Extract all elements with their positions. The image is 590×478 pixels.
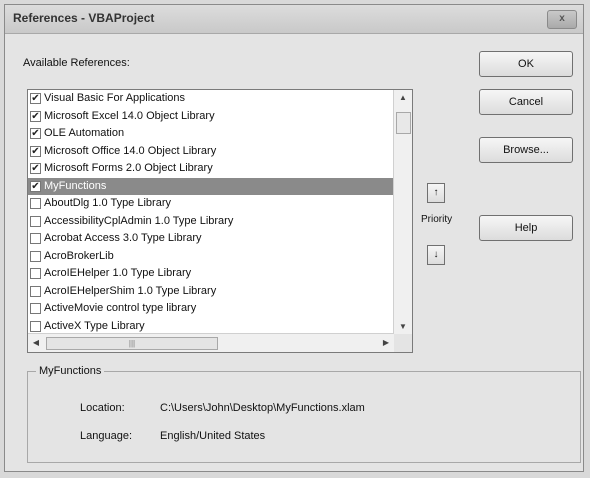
- references-list: ✔ Visual Basic For Applications ✔ Microsoft…: [28, 90, 394, 335]
- reference-list-item[interactable]: ✔ Microsoft Office 14.0 Object Library: [28, 143, 394, 161]
- reference-list-item[interactable]: ActiveMovie control type library: [28, 300, 394, 318]
- reference-checkbox[interactable]: ✔: [30, 128, 41, 139]
- reference-label: AccessibilityCplAdmin 1.0 Type Library: [44, 214, 234, 227]
- available-references-label: Available References:: [23, 57, 130, 69]
- reference-checkbox[interactable]: [30, 250, 41, 262]
- reference-list-item[interactable]: ✔ Microsoft Forms 2.0 Object Library: [28, 160, 394, 178]
- reference-list-item[interactable]: AccessibilityCplAdmin 1.0 Type Library: [28, 213, 394, 231]
- reference-list-item[interactable]: AcroBrokerLib: [28, 248, 394, 266]
- reference-list-item[interactable]: AcroIEHelper 1.0 Type Library: [28, 265, 394, 283]
- language-label: Language:: [80, 430, 132, 442]
- reference-checkbox[interactable]: ✔: [30, 93, 41, 104]
- reference-label: Microsoft Excel 14.0 Object Library: [44, 109, 215, 122]
- reference-checkbox[interactable]: [30, 215, 41, 227]
- references-listbox[interactable]: ✔ Visual Basic For Applications ✔ Microsoft…: [27, 89, 413, 353]
- close-button[interactable]: x: [547, 10, 577, 29]
- location-value: C:\Users\John\Desktop\MyFunctions.xlam: [160, 402, 365, 414]
- reference-label: AcroIEHelperShim 1.0 Type Library: [44, 284, 217, 297]
- references-dialog: References - VBAProject x Available Refe…: [4, 4, 584, 472]
- horizontal-scroll-thumb[interactable]: |||: [46, 337, 218, 350]
- reference-label: AcroBrokerLib: [44, 249, 114, 262]
- reference-checkbox[interactable]: [30, 303, 41, 314]
- close-icon: x: [559, 13, 565, 24]
- down-arrow-icon: ↓: [433, 249, 439, 260]
- help-button[interactable]: Help: [479, 215, 573, 241]
- reference-label: MyFunctions: [44, 179, 107, 192]
- reference-list-item[interactable]: ✔ Microsoft Excel 14.0 Object Library: [28, 108, 394, 126]
- reference-label: Acrobat Access 3.0 Type Library: [44, 232, 202, 244]
- reference-list-item[interactable]: Acrobat Access 3.0 Type Library: [28, 230, 394, 248]
- priority-up-button[interactable]: ↑: [427, 183, 445, 203]
- language-value: English/United States: [160, 430, 266, 442]
- horizontal-scrollbar[interactable]: ◀ ||| ▶: [28, 333, 394, 352]
- reference-list-item[interactable]: AcroIEHelperShim 1.0 Type Library: [28, 283, 394, 301]
- reference-label: ActiveX Type Library: [44, 319, 145, 332]
- reference-checkbox[interactable]: [30, 320, 41, 332]
- title-bar[interactable]: References - VBAProject x: [5, 5, 583, 34]
- reference-label: AboutDlg 1.0 Type Library: [44, 197, 171, 209]
- scroll-corner: [394, 334, 412, 352]
- reference-label: ActiveMovie control type library: [44, 302, 197, 314]
- reference-label: AcroIEHelper 1.0 Type Library: [44, 267, 192, 279]
- scroll-right-arrow-icon[interactable]: ▶: [378, 334, 394, 352]
- reference-list-item[interactable]: ✔ Visual Basic For Applications: [28, 90, 394, 108]
- vertical-scroll-thumb[interactable]: [396, 112, 411, 134]
- reference-label: Visual Basic For Applications: [44, 92, 186, 104]
- reference-details-group: MyFunctions Location: C:\Users\John\Desk…: [27, 365, 581, 463]
- reference-checkbox[interactable]: [30, 233, 41, 244]
- reference-checkbox[interactable]: ✔: [30, 145, 41, 157]
- scroll-down-arrow-icon[interactable]: ▼: [394, 319, 412, 335]
- priority-label: Priority: [421, 214, 453, 225]
- scroll-up-arrow-icon[interactable]: ▲: [394, 90, 412, 106]
- reference-label: OLE Automation: [44, 127, 125, 139]
- ok-button[interactable]: OK: [479, 51, 573, 77]
- up-arrow-icon: ↑: [433, 187, 439, 198]
- scroll-left-arrow-icon[interactable]: ◀: [28, 334, 44, 352]
- reference-checkbox[interactable]: ✔: [30, 180, 41, 192]
- reference-label: Microsoft Office 14.0 Object Library: [44, 144, 217, 157]
- browse-button[interactable]: Browse...: [479, 137, 573, 163]
- reference-list-item[interactable]: ✔ MyFunctions: [28, 177, 394, 195]
- reference-checkbox[interactable]: ✔: [30, 110, 41, 122]
- group-title: MyFunctions: [36, 365, 105, 377]
- reference-checkbox[interactable]: [30, 285, 41, 297]
- reference-list-item[interactable]: AboutDlg 1.0 Type Library: [28, 195, 394, 213]
- reference-checkbox[interactable]: [30, 198, 41, 209]
- location-label: Location:: [80, 402, 125, 414]
- reference-checkbox[interactable]: [30, 268, 41, 279]
- reference-label: Microsoft Forms 2.0 Object Library: [44, 162, 213, 174]
- reference-list-item[interactable]: ✔ OLE Automation: [28, 125, 394, 143]
- reference-checkbox[interactable]: ✔: [30, 163, 41, 174]
- cancel-button[interactable]: Cancel: [479, 89, 573, 115]
- window-title: References - VBAProject: [13, 11, 155, 25]
- priority-down-button[interactable]: ↓: [427, 245, 445, 265]
- vertical-scrollbar[interactable]: ▲ ▼: [393, 90, 412, 335]
